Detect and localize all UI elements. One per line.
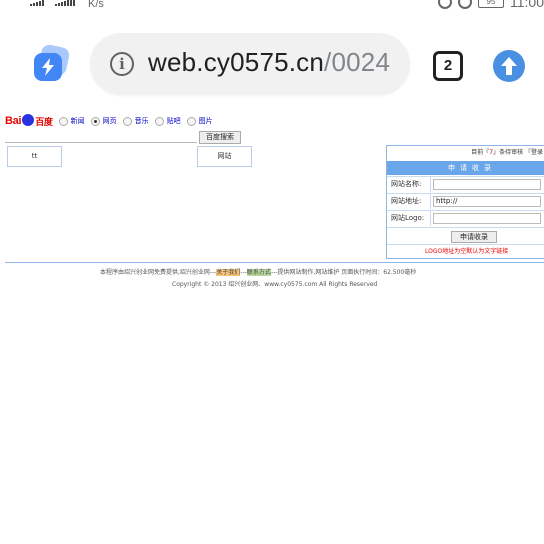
lite-mode-button[interactable] xyxy=(34,43,71,83)
paw-icon xyxy=(22,114,35,126)
signal-icon-2 xyxy=(55,0,75,6)
browser-toolbar: i web.cy0575.cn/0024 2 xyxy=(0,22,544,108)
footer-line-1: 本程序由绍兴创业网免费提供,绍兴创业网---关于我们---联系方式---提供网站… xyxy=(100,269,417,276)
info-icon[interactable]: i xyxy=(110,52,134,76)
pending-count: 目前『7』条待审核 『登录 xyxy=(471,149,543,156)
bolt-icon xyxy=(34,53,62,81)
footer-copyright: Copyright © 2013 绍兴创业网、www.cy0575.com Al… xyxy=(172,281,378,288)
field-site-url: 网站地址: http:// xyxy=(387,193,544,209)
apply-button[interactable]: 申请收录 xyxy=(451,231,497,243)
site-name-input[interactable] xyxy=(433,179,541,190)
network-speed: K/s xyxy=(88,0,104,10)
url-bar[interactable]: i web.cy0575.cn/0024 xyxy=(90,33,410,95)
site-url-input[interactable]: http:// xyxy=(433,196,541,207)
web-page: Bai 百度 新闻 网页 音乐 贴吧 图片 百度搜索 tt 网站 目前『7』条待审… xyxy=(0,108,544,544)
baidu-search-button[interactable]: 百度搜索 xyxy=(199,131,241,144)
alarm-icon xyxy=(458,0,472,9)
battery-icon: 95 xyxy=(478,0,504,8)
status-right: 95 11:00 xyxy=(438,0,544,10)
divider xyxy=(5,262,544,263)
field-site-logo: 网站Logo: xyxy=(387,210,544,226)
radio-news[interactable]: 新闻 xyxy=(58,116,85,126)
submit-row: 申请收录 xyxy=(387,227,544,244)
radio-images[interactable]: 图片 xyxy=(186,116,213,126)
logo-note: LOGO地址为空默认为文字链接 xyxy=(387,244,544,258)
radio-tieba[interactable]: 贴吧 xyxy=(154,116,181,126)
field-site-name: 网站名称: xyxy=(387,176,544,192)
baidu-logo[interactable]: Bai 百度 xyxy=(5,114,53,128)
tab-switcher-button[interactable]: 2 xyxy=(433,51,463,81)
radio-music[interactable]: 音乐 xyxy=(122,116,149,126)
tt-box[interactable]: tt xyxy=(7,146,62,167)
arrow-up-icon xyxy=(501,57,517,75)
clock-time: 11:00 xyxy=(510,0,544,10)
site-box[interactable]: 网站 xyxy=(197,146,252,167)
status-bar: K/s 95 11:00 xyxy=(0,0,544,14)
radio-web[interactable]: 网页 xyxy=(90,116,117,126)
url-text[interactable]: web.cy0575.cn/0024 xyxy=(148,47,390,78)
about-link[interactable]: 关于我们 xyxy=(216,269,241,276)
site-logo-input[interactable] xyxy=(433,213,541,224)
contact-link[interactable]: 联系方式 xyxy=(246,269,271,276)
search-input[interactable] xyxy=(5,131,197,143)
upload-button[interactable] xyxy=(493,50,525,82)
eye-icon xyxy=(438,0,452,9)
signal-icon xyxy=(30,0,44,6)
submit-site-panel: 目前『7』条待审核 『登录 申请收录 网站名称: 网站地址: http:// 网… xyxy=(386,145,544,259)
panel-heading: 申请收录 xyxy=(387,161,544,175)
search-row: Bai 百度 新闻 网页 音乐 贴吧 图片 xyxy=(5,111,213,131)
